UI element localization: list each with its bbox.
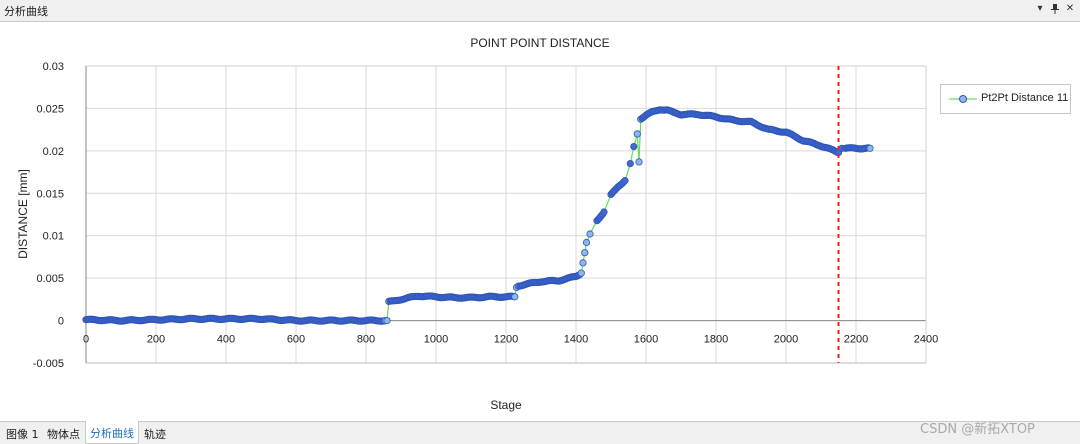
x-tick-label: 1600	[634, 334, 658, 346]
x-tick-label: 400	[217, 334, 235, 346]
x-tick-label: 800	[357, 334, 375, 346]
legend-label: Pt2Pt Distance 11	[981, 92, 1069, 104]
chart-title: POINT POINT DISTANCE	[470, 36, 609, 50]
x-tick-label: 2000	[774, 334, 798, 346]
data-point	[586, 230, 594, 238]
data-point	[635, 158, 643, 166]
x-tick-label: 1400	[564, 334, 588, 346]
x-tick-label: 2200	[844, 334, 868, 346]
data-point	[511, 293, 519, 301]
y-tick-label: -0.005	[33, 358, 64, 370]
data-point	[626, 160, 634, 168]
data-point	[621, 177, 629, 185]
x-tick-label: 1800	[704, 334, 728, 346]
y-tick-label: 0.01	[43, 231, 64, 243]
y-tick-label: 0.03	[43, 61, 64, 73]
panel-titlebar: 分析曲线 ▾ ✕	[0, 0, 1080, 22]
data-point	[582, 238, 591, 247]
y-tick-label: 0	[58, 316, 64, 328]
legend-swatch	[949, 95, 977, 103]
y-tick-label: 0.015	[36, 188, 64, 200]
x-tick-label: 2400	[914, 334, 938, 346]
chevron-down-icon[interactable]: ▾	[1034, 3, 1046, 14]
x-tick-label: 1000	[424, 334, 448, 346]
y-axis-label: DISTANCE [mm]	[16, 169, 30, 259]
data-point	[633, 130, 641, 138]
data-point	[630, 143, 638, 151]
data-point	[383, 316, 391, 325]
x-tick-label: 1200	[494, 334, 518, 346]
y-tick-label: 0.005	[36, 273, 64, 285]
tab-object-points[interactable]: 物体点	[44, 425, 83, 443]
x-axis-label: Stage	[490, 398, 522, 412]
y-tick-label: 0.025	[36, 103, 64, 115]
x-tick-label: 0	[83, 334, 89, 346]
pin-icon[interactable]	[1049, 3, 1061, 18]
tab-trajectory[interactable]: 轨迹	[141, 425, 169, 443]
panel-title: 分析曲线	[4, 5, 48, 18]
watermark: CSDN @新拓XTOP	[920, 422, 1035, 437]
tab-image-1[interactable]: 图像 1	[3, 425, 42, 443]
x-tick-label: 200	[147, 334, 165, 346]
data-point	[600, 208, 608, 216]
data-point	[866, 144, 874, 152]
bottom-tab-bar: 图像 1 物体点 分析曲线 轨迹	[0, 421, 1080, 444]
data-point	[581, 249, 589, 257]
y-tick-label: 0.02	[43, 146, 64, 158]
data-point	[577, 269, 585, 277]
x-tick-label: 600	[287, 334, 305, 346]
chart: 0 200 400 600 800 1000 1200 1400 1600 1800 2000 220…	[16, 36, 938, 412]
tab-analysis-curve[interactable]: 分析曲线	[85, 421, 139, 444]
data-point	[579, 259, 587, 267]
legend: Pt2Pt Distance 11	[940, 84, 1071, 114]
y-tick-labels: -0.005 0 0.005 0.01 0.015 0.02 0.025 0.03	[33, 61, 64, 370]
close-icon[interactable]: ✕	[1064, 3, 1076, 14]
chart-area: 0 200 400 600 800 1000 1200 1400 1600 1800 2000 220…	[0, 22, 1080, 420]
